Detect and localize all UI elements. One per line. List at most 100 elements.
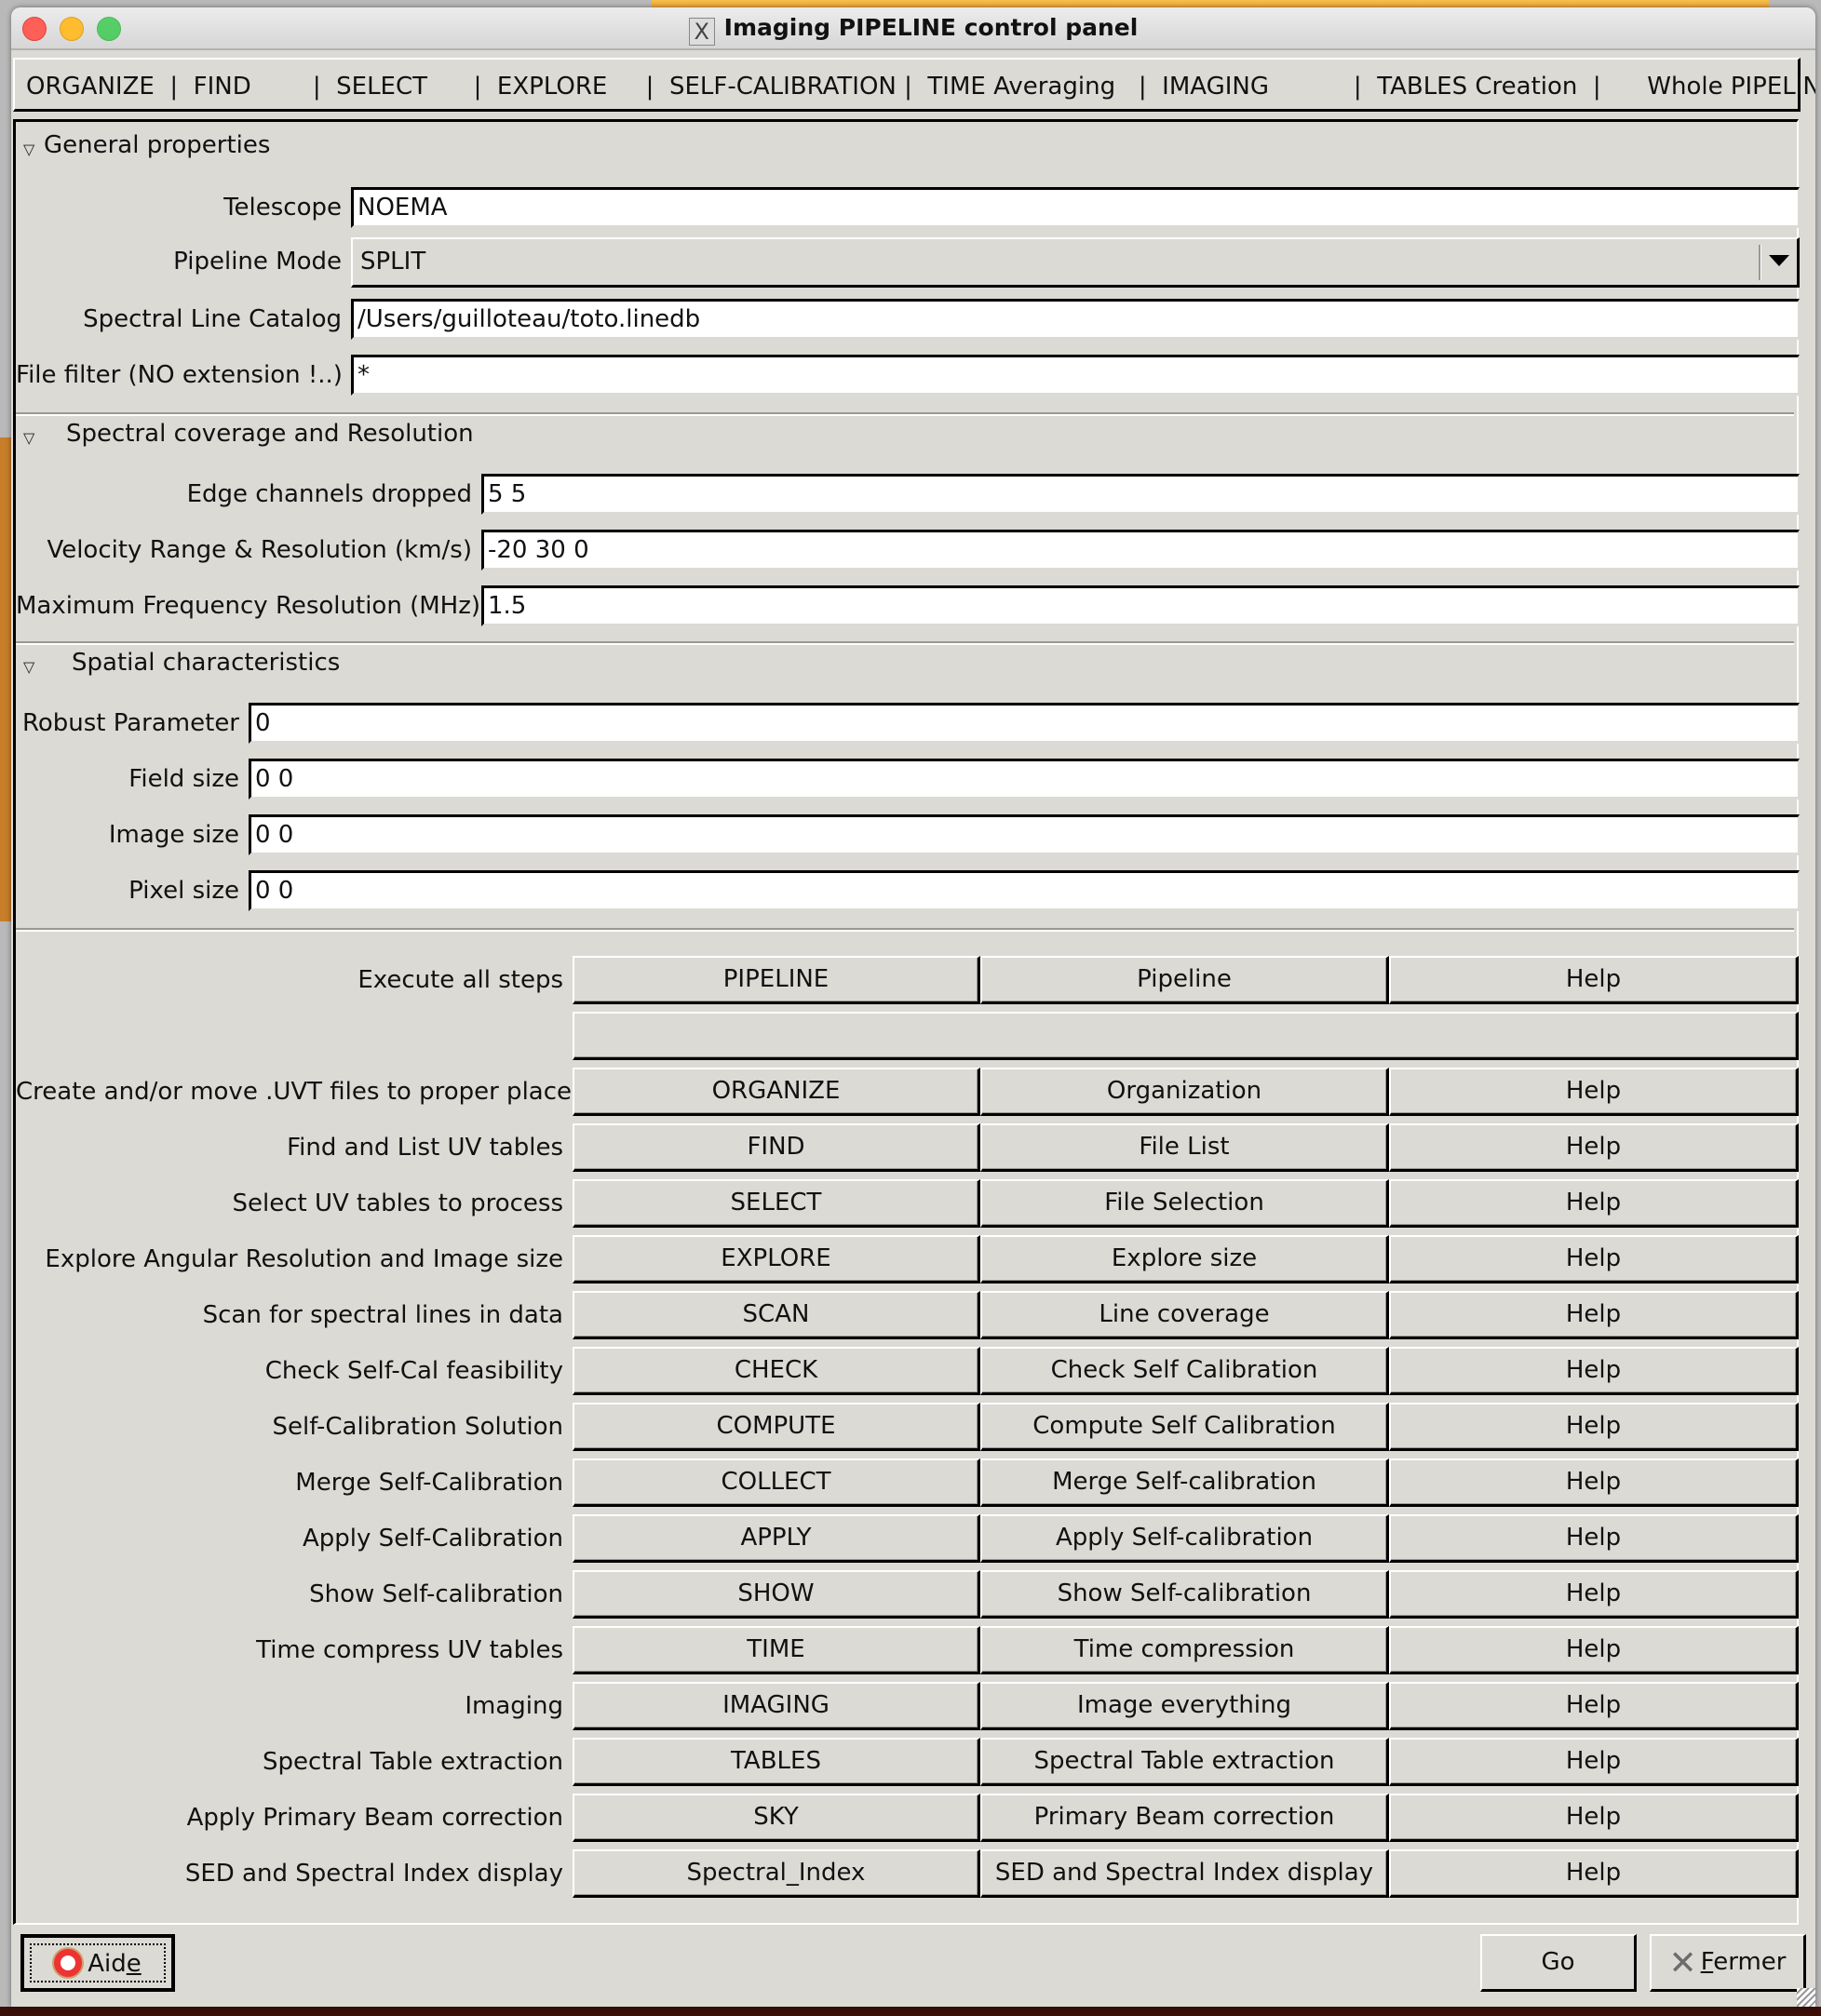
step-label: Find and List UV tables: [287, 1134, 563, 1162]
pipeline-mode-value: SPLIT: [360, 248, 426, 276]
focus-ring: [30, 1943, 166, 1982]
step-command-button[interactable]: PIPELINE: [573, 956, 980, 1004]
step-panel-button[interactable]: Primary Beam correction: [980, 1794, 1389, 1842]
robust-input[interactable]: [249, 703, 1800, 744]
step-help-button[interactable]: Help: [1389, 1235, 1799, 1284]
step-panel-button[interactable]: File List: [980, 1123, 1389, 1172]
collapse-triangle-icon[interactable]: ▽: [23, 141, 34, 158]
step-help-button[interactable]: Help: [1389, 1179, 1799, 1228]
resize-grip-icon[interactable]: [1797, 1988, 1815, 2007]
aide-button[interactable]: Aide: [20, 1934, 175, 1992]
step-help-button[interactable]: Help: [1389, 1068, 1799, 1116]
step-label: Apply Self-Calibration: [303, 1525, 563, 1552]
fermer-button[interactable]: ✕ Fermer: [1650, 1934, 1806, 1992]
step-panel-button[interactable]: Merge Self-calibration: [980, 1458, 1389, 1507]
step-command-button[interactable]: IMAGING: [573, 1682, 980, 1730]
step-command-button[interactable]: APPLY: [573, 1514, 980, 1563]
section-spatial-title[interactable]: Spatial characteristics: [72, 647, 340, 679]
step-help-button[interactable]: Help: [1389, 1794, 1799, 1842]
empty-spacer-button[interactable]: [573, 1012, 1799, 1060]
title-bar[interactable]: X Imaging PIPELINE control panel: [11, 7, 1815, 50]
step-help-button[interactable]: Help: [1389, 1123, 1799, 1172]
step-label: Self-Calibration Solution: [272, 1413, 563, 1441]
step-command-button[interactable]: SHOW: [573, 1570, 980, 1619]
step-label: Explore Angular Resolution and Image siz…: [45, 1245, 563, 1273]
step-panel-button[interactable]: Image everything: [980, 1682, 1389, 1730]
step-command-button[interactable]: SKY: [573, 1794, 980, 1842]
step-label: Spectral Table extraction: [263, 1748, 563, 1776]
step-panel-button[interactable]: Line coverage: [980, 1291, 1389, 1339]
step-help-button[interactable]: Help: [1389, 1291, 1799, 1339]
step-panel-button[interactable]: Compute Self Calibration: [980, 1403, 1389, 1451]
step-command-button[interactable]: CHECK: [573, 1347, 980, 1395]
field-size-input[interactable]: [249, 759, 1800, 800]
step-command-button[interactable]: SCAN: [573, 1291, 980, 1339]
step-label: Check Self-Cal feasibility: [264, 1357, 563, 1385]
window-title-text: Imaging PIPELINE control panel: [723, 14, 1139, 41]
section-divider: [16, 928, 1794, 932]
step-help-button[interactable]: Help: [1389, 1626, 1799, 1674]
section-general-title[interactable]: General properties: [44, 129, 270, 161]
pixel-size-input[interactable]: [249, 870, 1800, 911]
telescope-input[interactable]: [351, 187, 1800, 228]
collapse-triangle-icon[interactable]: ▽: [23, 429, 34, 447]
line-catalog-input[interactable]: [351, 299, 1800, 340]
step-label: Select UV tables to process: [232, 1189, 564, 1217]
step-help-button[interactable]: Help: [1389, 1458, 1799, 1507]
pixel-size-label: Pixel size: [128, 877, 239, 905]
step-help-button[interactable]: Help: [1389, 1347, 1799, 1395]
step-command-button[interactable]: EXPLORE: [573, 1235, 980, 1284]
step-help-button[interactable]: Help: [1389, 1570, 1799, 1619]
file-filter-input[interactable]: [351, 355, 1800, 396]
step-command-button[interactable]: COMPUTE: [573, 1403, 980, 1451]
step-help-button[interactable]: Help: [1389, 1514, 1799, 1563]
step-command-button[interactable]: TABLES: [573, 1738, 980, 1786]
step-command-button[interactable]: COLLECT: [573, 1458, 980, 1507]
step-command-button[interactable]: SELECT: [573, 1179, 980, 1228]
collapse-triangle-icon[interactable]: ▽: [23, 658, 34, 676]
chevron-down-icon[interactable]: [1769, 255, 1789, 266]
pipeline-mode-select[interactable]: SPLIT: [351, 237, 1800, 288]
step-panel-button[interactable]: Time compression: [980, 1626, 1389, 1674]
step-command-button[interactable]: Spectral_Index: [573, 1849, 980, 1898]
step-panel-button[interactable]: Show Self-calibration: [980, 1570, 1389, 1619]
step-label: SED and Spectral Index display: [184, 1860, 563, 1888]
section-spectral-title[interactable]: Spectral coverage and Resolution: [66, 418, 474, 450]
edge-channels-input[interactable]: [481, 474, 1800, 515]
step-panel-button[interactable]: Check Self Calibration: [980, 1347, 1389, 1395]
step-tab-bar[interactable]: ORGANIZE | FIND | SELECT | EXPLORE | SEL…: [13, 58, 1815, 112]
edge-channels-label: Edge channels dropped: [186, 480, 472, 508]
velocity-input[interactable]: [481, 530, 1800, 571]
step-help-button[interactable]: Help: [1389, 956, 1799, 1004]
x11-icon: X: [688, 18, 715, 46]
step-label: Execute all steps: [357, 966, 563, 994]
step-command-button[interactable]: TIME: [573, 1626, 980, 1674]
step-panel-button[interactable]: Explore size: [980, 1235, 1389, 1284]
step-panel-button[interactable]: Apply Self-calibration: [980, 1514, 1389, 1563]
fermer-label: ermer: [1713, 1948, 1787, 1976]
max-freq-input[interactable]: [481, 585, 1800, 626]
max-freq-label: Maximum Frequency Resolution (MHz): [16, 592, 480, 620]
step-command-button[interactable]: ORGANIZE: [573, 1068, 980, 1116]
fermer-mnemonic: F: [1700, 1948, 1714, 1976]
section-divider: [16, 412, 1794, 416]
step-panel-button[interactable]: SED and Spectral Index display: [980, 1849, 1389, 1898]
step-panel-button[interactable]: Pipeline: [980, 956, 1389, 1004]
step-help-button[interactable]: Help: [1389, 1738, 1799, 1786]
image-size-input[interactable]: [249, 814, 1800, 855]
step-label: Merge Self-Calibration: [295, 1469, 563, 1497]
step-panel-button[interactable]: File Selection: [980, 1179, 1389, 1228]
go-label: Go: [1541, 1948, 1575, 1976]
step-help-button[interactable]: Help: [1389, 1682, 1799, 1730]
field-size-label: Field size: [128, 765, 239, 793]
step-label: Show Self-calibration: [309, 1580, 563, 1608]
step-label: Imaging: [465, 1692, 563, 1720]
combo-separator: [1759, 245, 1761, 280]
step-panel-button[interactable]: Spectral Table extraction: [980, 1738, 1389, 1786]
step-panel-button[interactable]: Organization: [980, 1068, 1389, 1116]
step-help-button[interactable]: Help: [1389, 1849, 1799, 1898]
go-button[interactable]: Go: [1480, 1934, 1637, 1992]
step-help-button[interactable]: Help: [1389, 1403, 1799, 1451]
control-panel-window: X Imaging PIPELINE control panel ORGANIZE…: [11, 7, 1815, 2007]
step-command-button[interactable]: FIND: [573, 1123, 980, 1172]
